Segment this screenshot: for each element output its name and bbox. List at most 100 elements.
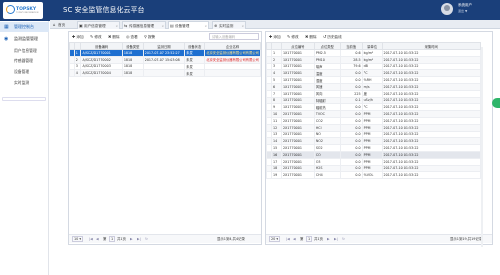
col-code-header[interactable]: 点位编号 — [280, 42, 315, 50]
last-page-button[interactable]: ▶| — [137, 235, 141, 244]
sidebar-subitem-realtime[interactable]: 实时监测 — [0, 78, 49, 87]
col-value-header[interactable]: 当前值 — [339, 42, 363, 50]
col-time-header[interactable]: 采集时间 — [381, 42, 482, 50]
point-value-cell: 0.0 — [339, 130, 363, 139]
table-row[interactable]: 3 A/SCZ/D1770003 1818 未发 — [69, 62, 261, 71]
table-row[interactable]: 2 1X1770001 PM10 28.5 kg/m³ 2017-07-10 01:53:… — [266, 55, 482, 64]
history-curve-button[interactable]: ↺历史曲线 — [323, 33, 342, 40]
point-code-cell: 2X1770001 — [280, 123, 315, 132]
prev-page-button[interactable]: ◀ — [293, 235, 296, 244]
tab-sensors[interactable]: ⇆ 传感器信息管理 × — [122, 21, 166, 29]
table-row[interactable]: 4 A/SCZ/D1770004 1818 未发 — [69, 69, 261, 78]
point-value-cell: 225 — [339, 89, 363, 98]
table-row[interactable]: 12 2X1770001 HCl 0.0 PPM 2017-07-10 01:53:22 — [266, 123, 482, 132]
first-page-button[interactable]: |◀ — [286, 235, 290, 244]
sidebar-subitem-sensors[interactable]: 传感器管理 — [0, 56, 49, 65]
table-row[interactable]: 17 2X1770001 O3 0.0 PPM 2017-07-10 01:53:22 — [266, 157, 482, 166]
alarm-button[interactable]: ⚲报警 — [144, 33, 155, 40]
point-time-cell: 2017-07-10 01:53:22 — [381, 89, 482, 98]
col-unit-header[interactable]: 量单位 — [361, 42, 383, 50]
tab-realtime[interactable]: ⊕ 实时监测 × — [212, 21, 246, 29]
point-unit-cell: °C — [361, 69, 383, 78]
table-row[interactable]: 3 1X1770001 噪声 79.6 dB 2017-07-10 01:53:22 — [266, 62, 482, 71]
top-header: TOPSKY TOPSKY INFORMATION SC 安全监管信息化云平台 … — [0, 0, 500, 21]
last-page-button[interactable]: ▶| — [334, 235, 338, 244]
tab-home[interactable]: ⌂ 首页 — [52, 21, 74, 29]
delete-button[interactable]: ✖删除 — [305, 33, 317, 40]
point-type-cell: O3 — [313, 157, 341, 166]
table-row[interactable]: 6 1X1770001 风速 0.0 m/s 2017-07-10 01:53:22 — [266, 82, 482, 91]
close-icon[interactable]: × — [241, 22, 244, 30]
col-date-header[interactable]: 监测日期 — [142, 42, 186, 50]
sidebar-subitem-user-info[interactable]: 用户信息管理 — [0, 46, 49, 55]
table-row[interactable]: 1 1X1770001 PM2.5 0.6 kg/m³ 2017-07-10 01:53:… — [266, 49, 482, 57]
refresh-icon[interactable]: ↻ — [342, 235, 345, 244]
table-row[interactable]: 1 A/SCZ/D1770001 1818 2017-07-07 23:52:27 未发… — [69, 49, 261, 57]
table-row[interactable]: 5 1X1770001 湿度 0.0 %RH 2017-07-10 01:53:22 — [266, 76, 482, 84]
table-row[interactable]: 16 2X1770001 CO 0.0 PPM 2017-07-10 01:53:22 — [266, 150, 482, 159]
point-unit-cell: PPM — [361, 164, 383, 173]
table-row[interactable]: 19 2X1770001 CH4 0.0 %VOL 2017-07-10 01:53:22 — [266, 171, 482, 180]
row-number: 2 — [73, 55, 82, 64]
table-row[interactable]: 13 2X1770001 NO 0.0 PPM 2017-07-10 01:53:22 — [266, 130, 482, 139]
edit-button[interactable]: ✎修改 — [90, 33, 102, 40]
point-code-cell: 2X1770001 — [280, 164, 315, 173]
point-time-cell: 2017-07-10 01:53:22 — [381, 62, 482, 71]
table-row[interactable]: 7 1X1770001 风向 225 度 2017-07-10 01:53:22 — [266, 89, 482, 98]
col-company-header[interactable]: 企业名称 — [204, 42, 261, 50]
device-pager: 10 ▾ |◀ ◀ 第 1 共1页 ▶ ▶| ↻ 显示1到4,共4记录 — [69, 234, 261, 243]
next-page-button[interactable]: ▶ — [130, 235, 133, 244]
logout-menu[interactable]: 退出 ▼ — [458, 9, 467, 13]
table-row[interactable]: 11 2X1770001 CO2 0.0 PPM 2017-07-10 01:53:22 — [266, 116, 482, 125]
close-icon[interactable]: × — [161, 22, 164, 30]
table-row[interactable]: 10 2X1770001 TVOC 0.0 PPM 2017-07-10 01:53:22 — [266, 110, 482, 118]
device-search-input[interactable]: 请输入设备编码 — [209, 33, 259, 40]
col-code-header[interactable]: 设备编码 — [80, 42, 123, 50]
floating-action-button[interactable] — [492, 98, 500, 108]
sensor-table-scrollbar[interactable] — [481, 47, 483, 247]
refresh-icon[interactable]: ↻ — [145, 235, 148, 244]
col-status-header[interactable]: 设备状态 — [184, 42, 206, 50]
col-type-header[interactable]: 点位类型 — [313, 42, 341, 50]
page-total: 共1页 — [314, 237, 323, 241]
tab-user-info[interactable]: ▣ 用户信息管理 × — [77, 21, 120, 29]
table-row[interactable]: 18 2X1770001 H2S 0.0 PPM 2017-07-10 01:53:22 — [266, 164, 482, 173]
point-unit-cell: dB — [361, 62, 383, 71]
user-name[interactable]: 系统用户 — [458, 3, 472, 8]
close-icon[interactable]: × — [204, 22, 207, 30]
close-icon[interactable]: × — [115, 22, 118, 30]
table-row[interactable]: 8 1X1770001 特辐射 0.1 uSv/h 2017-07-10 01:53:22 — [266, 96, 482, 105]
point-code-cell: 1X1770001 — [280, 103, 315, 112]
row-number: 4 — [270, 69, 282, 78]
point-type-cell: PM10 — [313, 55, 341, 64]
edit-button[interactable]: ✎修改 — [287, 33, 299, 40]
first-page-button[interactable]: |◀ — [89, 235, 93, 244]
add-button[interactable]: ✚添加 — [269, 33, 281, 40]
table-row[interactable]: 15 2X1770001 SO2 0.0 PPM 2017-07-10 01:53:22 — [266, 144, 482, 152]
point-value-cell: 0.0 — [339, 82, 363, 91]
table-row[interactable]: 2 A/SCZ/D1770002 1818 2017-07-07 15:03:08 未发… — [69, 55, 261, 64]
page-size-select[interactable]: 10 ▾ — [72, 236, 84, 242]
prev-page-button[interactable]: ◀ — [96, 235, 99, 244]
point-type-cell: H2S — [313, 164, 341, 173]
next-page-button[interactable]: ▶ — [327, 235, 330, 244]
sidebar-item-monitoring[interactable]: ◉ 监测监管管理 — [0, 34, 49, 44]
delete-button[interactable]: ✖删除 — [108, 33, 120, 40]
page-size-select[interactable]: 20 ▾ — [269, 236, 281, 242]
page-number-input[interactable]: 1 — [306, 236, 313, 242]
sidebar-item-console[interactable]: ▦ 管理控制台 — [0, 22, 49, 32]
device-type-cell: 1818 — [121, 62, 144, 71]
add-button[interactable]: ✚添加 — [72, 33, 84, 40]
view-button[interactable]: ◎查看 — [126, 33, 138, 40]
table-row[interactable]: 4 1X1770001 温度 0.0 °C 2017-07-10 01:53:22 — [266, 69, 482, 78]
edit-icon: ✎ — [90, 34, 94, 39]
table-row[interactable]: 14 2X1770001 NO2 0.0 PPM 2017-07-10 01:53:22 — [266, 137, 482, 146]
user-avatar[interactable] — [441, 3, 453, 15]
col-type-header[interactable]: 设备类型 — [121, 42, 144, 50]
table-row[interactable]: 9 1X1770001 辐射热 0.0 °C 2017-07-10 01:53:22 — [266, 103, 482, 112]
view-label: 查看 — [130, 35, 138, 39]
sidebar-subitem-devices[interactable]: 设备管理 — [0, 67, 49, 76]
sidebar-collapse-handle[interactable] — [2, 97, 46, 101]
page-number-input[interactable]: 1 — [109, 236, 116, 242]
tab-devices[interactable]: ▤ 设备管理 × — [168, 21, 209, 29]
